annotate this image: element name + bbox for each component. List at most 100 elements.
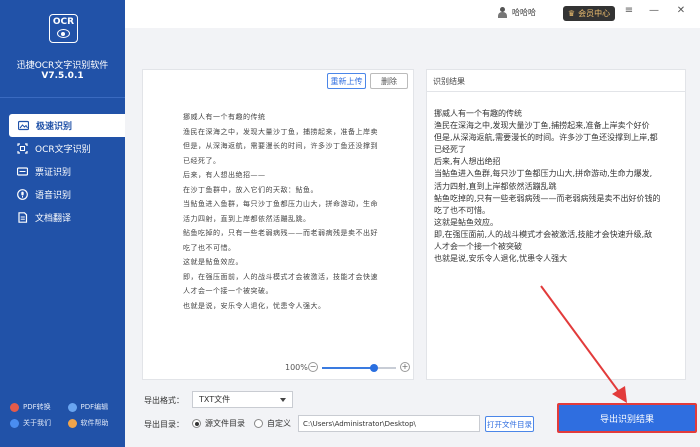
result-line: 活力四射,直到上岸都依然活蹦乱跳 (434, 181, 557, 191)
pdf-edit-link[interactable]: PDF编辑 (67, 402, 126, 412)
sidebar-item-translate[interactable]: 文档翻译 (0, 206, 125, 229)
reupload-button[interactable]: 重新上传 (327, 73, 366, 89)
result-line: 这就是鲇鱼效应。 (434, 217, 498, 227)
open-folder-button[interactable]: 打开文件目录 (485, 416, 534, 432)
doc-line: 这就是鲇鱼效应。 (183, 258, 243, 266)
user-account[interactable]: 哈哈哈 (498, 7, 536, 18)
doc-line: 鲇鱼吃掉的，只有一些老弱病残——而老弱病残是卖不出好价钱的 (183, 229, 378, 237)
close-icon[interactable]: ✕ (674, 5, 688, 16)
document-preview: 挪威人有一个有趣的传统 渔民在深海之中，发现大量沙丁鱼，捕捞起来，准备上岸卖个好… (183, 112, 378, 310)
doc-line: 人才会一个接一个被突破。 (183, 287, 273, 295)
doc-line: 也就是说，安乐令人退化，忧患令人强大。 (183, 301, 326, 310)
doc-line: 但是，从深海返航，需要漫长的时间，许多沙丁鱼还没撑到上岸，都 (183, 142, 378, 150)
export-path-input[interactable]: C:\Users\Administrator\Desktop\ (298, 415, 480, 432)
translate-icon (17, 212, 28, 223)
crown-icon: ♛ (567, 9, 576, 18)
result-divider (426, 91, 686, 92)
result-line: 但是,从深海返航,需要漫长的时间。许多沙丁鱼还没撑到上岸,都 (434, 133, 658, 143)
sidebar-item-ocr[interactable]: OCR文字识别 (0, 137, 125, 160)
pdf-edit-icon (67, 402, 77, 412)
menu-icon[interactable]: ≡ (622, 5, 636, 16)
result-line: 即,在强压面前,人的战斗模式才会被激活,技能才会快速升级,敌 (434, 229, 653, 239)
doc-line: 吃了也不可惜。 (183, 243, 236, 252)
username: 哈哈哈 (512, 8, 536, 17)
info-icon (10, 418, 19, 428)
result-line: 已经死了 (434, 145, 466, 155)
app-name: 迅捷OCR文字识别软件 (16, 61, 109, 71)
vip-label: 会员中心 (578, 9, 611, 18)
help-link[interactable]: 软件帮助 (67, 418, 126, 428)
doc-line: 已经死了。 (183, 156, 221, 165)
result-line: 也就是说,安乐令人退化,忧患令人强大 (434, 254, 568, 264)
zoom-slider-handle[interactable] (369, 364, 378, 372)
ocr-scan-icon (17, 143, 28, 154)
zoom-out-icon[interactable]: − (308, 362, 318, 372)
result-line: 吃了也不可惜。 (434, 205, 490, 215)
sidebar-nav: 极速识别 OCR文字识别 票证识别 语音识别 文档翻译 (0, 114, 125, 229)
about-us-label: 关于我们 (23, 419, 51, 427)
result-title: 识别结果 (433, 77, 465, 86)
radio-custom-dir[interactable]: 自定义 (254, 418, 291, 429)
minimize-icon[interactable]: — (647, 5, 661, 16)
result-text[interactable]: 挪威人有一个有趣的传统 渔民在深海之中,发现大量沙丁鱼,捕捞起来,准备上岸卖个好… (434, 108, 682, 265)
logo-text: OCR (52, 17, 75, 27)
ticket-icon (17, 166, 28, 177)
radio-checked-icon (192, 419, 201, 428)
sidebar-item-ticket[interactable]: 票证识别 (0, 160, 125, 183)
help-icon (67, 418, 77, 428)
doc-line: 后来，有人想出绝招—— (183, 171, 266, 179)
pdf-convert-label: PDF转换 (23, 403, 51, 411)
app-version: V7.5.0.1 (41, 71, 84, 81)
delete-button[interactable]: 删除 (370, 73, 408, 89)
help-label: 软件帮助 (80, 419, 109, 427)
radio-source-dir[interactable]: 源文件目录 (192, 418, 245, 429)
pdf-edit-label: PDF编辑 (80, 403, 109, 411)
vip-center-button[interactable]: ♛ 会员中心 (563, 6, 615, 21)
sidebar-item-label: OCR文字识别 (35, 145, 91, 155)
sidebar-item-voice[interactable]: 语音识别 (0, 183, 125, 206)
result-line: 渔民在深海之中,发现大量沙丁鱼,捕捞起来,准备上岸卖个好价 (434, 121, 650, 131)
radio-custom-label: 自定义 (267, 419, 291, 428)
about-us-link[interactable]: 关于我们 (10, 418, 68, 428)
result-line: 挪威人有一个有趣的传统 (434, 109, 522, 118)
sidebar: OCR 迅捷OCR文字识别软件 V7.5.0.1 极速识别 OCR文字识别 票证… (0, 0, 125, 447)
chevron-down-icon (280, 398, 286, 402)
doc-line: 即，在强压面前，人的战斗模式才会被激活，技能才会快速升级， (183, 272, 378, 281)
pdf-convert-icon (10, 402, 19, 412)
zoom-percent: 100% (285, 363, 308, 372)
result-line: 当鲇鱼进入鱼群,每只沙丁鱼都压力山大,拼命游动,生命力爆发, (434, 169, 653, 179)
doc-line: 当鲇鱼进入鱼群，每只沙丁鱼都压力山大，拼命游动，生命力爆发， (183, 200, 378, 208)
doc-line: 在沙丁鱼群中，放入它们的天敌：鲇鱼。 (183, 185, 318, 194)
doc-line: 挪威人有一个有趣的传统 (183, 113, 266, 121)
radio-unchecked-icon (254, 419, 263, 428)
sidebar-item-label: 极速识别 (36, 122, 73, 132)
zoom-in-icon[interactable]: + (400, 362, 410, 372)
result-line: 后来,有人想出绝招 (434, 157, 501, 167)
zoom-slider[interactable] (322, 364, 396, 372)
sidebar-item-label: 语音识别 (35, 191, 72, 201)
result-line: 鲇鱼吃掉的,只有一些老弱病残——而老弱病残是卖不出好价钱的 (434, 193, 661, 203)
result-line: 人才会一个接一个被突破 (434, 242, 522, 252)
doc-line: 渔民在深海之中，发现大量沙丁鱼，捕捞起来，准备上岸卖个好价 (183, 127, 378, 136)
sidebar-divider (0, 97, 125, 98)
sidebar-item-fast-recognition[interactable]: 极速识别 (9, 114, 125, 137)
sidebar-bottom-links: PDF转换 PDF编辑 关于我们 软件帮助 (0, 399, 125, 431)
mic-icon (17, 189, 28, 200)
image-icon (18, 120, 29, 131)
top-bar: 哈哈哈 ♛ 会员中心 ≡ — ✕ (125, 0, 700, 28)
zoom-bar: 100% − + (142, 360, 414, 378)
export-result-button[interactable]: 导出识别结果 (557, 403, 697, 433)
zoom-slider-fill (322, 367, 374, 369)
eye-icon (57, 29, 70, 38)
sidebar-item-label: 文档翻译 (35, 214, 72, 224)
radio-source-label: 源文件目录 (205, 419, 245, 428)
doc-line: 活力四射，直到上岸都依然活蹦乱跳。 (183, 214, 311, 223)
sidebar-item-label: 票证识别 (35, 168, 72, 178)
export-dir-label: 导出目录： (144, 420, 184, 429)
export-format-select[interactable]: TXT文件 (192, 391, 293, 408)
app-logo: OCR (49, 14, 78, 43)
export-format-label: 导出格式： (144, 396, 184, 405)
pdf-convert-link[interactable]: PDF转换 (10, 402, 68, 412)
export-format-value: TXT文件 (199, 395, 231, 404)
user-avatar-icon (498, 7, 507, 18)
